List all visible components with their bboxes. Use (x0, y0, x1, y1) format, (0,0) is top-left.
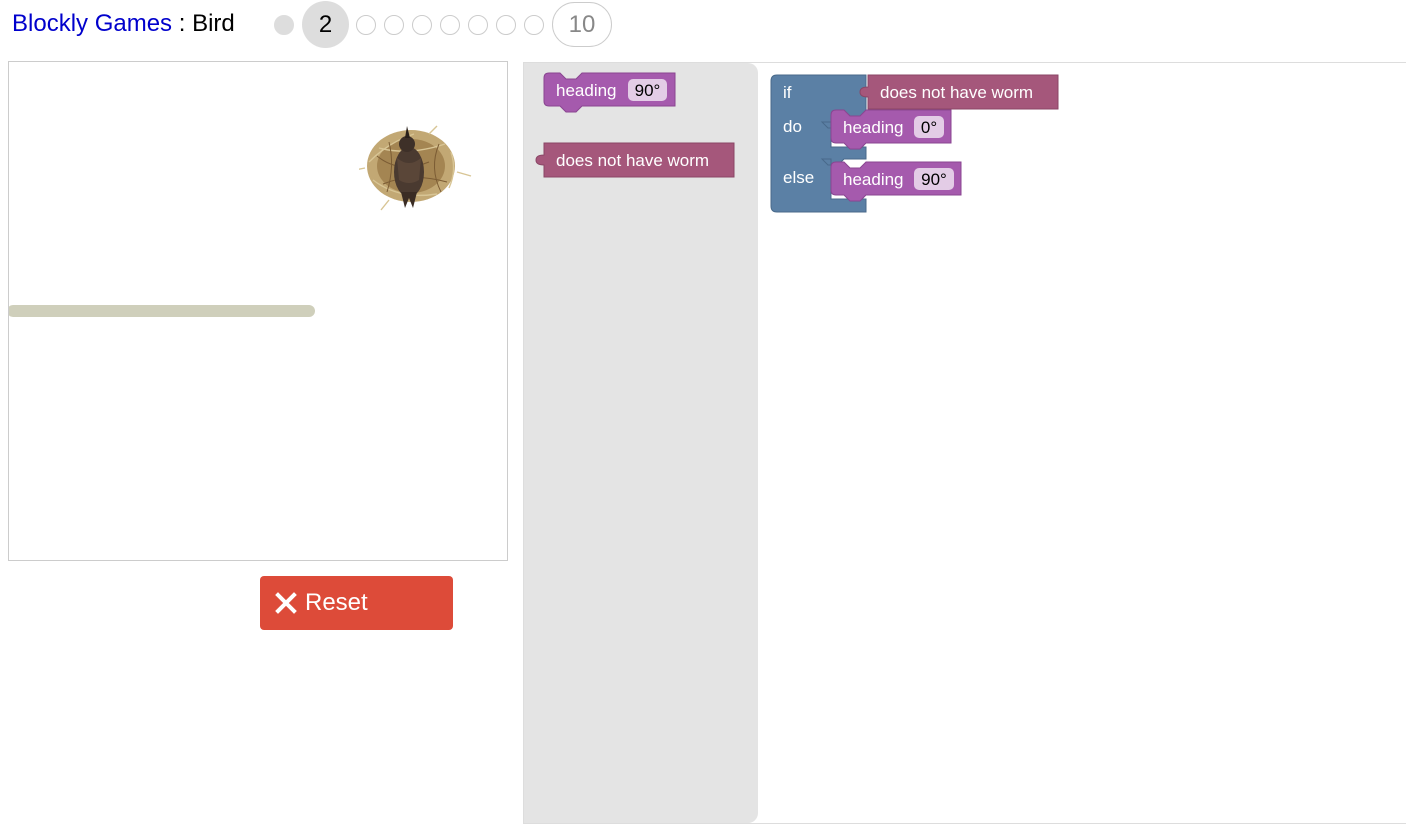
else-heading-angle-value: 90° (921, 170, 947, 189)
reset-button[interactable]: Reset (260, 576, 453, 630)
else-heading-block[interactable]: heading 90° (830, 161, 962, 202)
else-label: else (783, 168, 814, 187)
heading-label: heading (556, 81, 617, 100)
blocks-canvas: heading 90° does not have worm if do els… (535, 72, 1059, 213)
condition-label: does not have worm (556, 151, 709, 170)
level-9-dot[interactable] (524, 15, 544, 35)
program-condition-block[interactable]: does not have worm (859, 74, 1059, 110)
level-3-dot[interactable] (356, 15, 376, 35)
game-canvas (8, 61, 508, 561)
level-current: 2 (302, 1, 349, 48)
level-4-dot[interactable] (384, 15, 404, 35)
reset-button-label: Reset (305, 589, 368, 616)
wall (9, 305, 315, 317)
app-title-link[interactable]: Blockly Games (12, 10, 172, 37)
level-5-dot[interactable] (412, 15, 432, 35)
do-heading-label: heading (843, 118, 904, 137)
else-heading-label: heading (843, 170, 904, 189)
game-title: Bird (192, 10, 235, 37)
close-icon (275, 592, 297, 614)
do-heading-angle-value: 0° (921, 118, 937, 137)
if-label: if (783, 83, 792, 102)
page-header: Blockly Games : Bird (12, 9, 235, 39)
level-6-dot[interactable] (440, 15, 460, 35)
nest-icon (359, 125, 472, 211)
do-heading-block[interactable]: heading 0° (830, 109, 952, 150)
title-separator: : (172, 10, 193, 37)
heading-angle-value: 90° (635, 81, 661, 100)
blockly-workspace[interactable]: heading 90° does not have worm if do els… (523, 62, 1406, 824)
level-7-dot[interactable] (468, 15, 488, 35)
level-1-dot[interactable] (274, 15, 294, 35)
toolbox-condition-block[interactable]: does not have worm (535, 142, 735, 178)
program-condition-label: does not have worm (880, 83, 1033, 102)
level-8-dot[interactable] (496, 15, 516, 35)
toolbox-heading-block[interactable]: heading 90° (543, 72, 676, 113)
level-last[interactable]: 10 (552, 2, 612, 47)
do-label: do (783, 117, 802, 136)
